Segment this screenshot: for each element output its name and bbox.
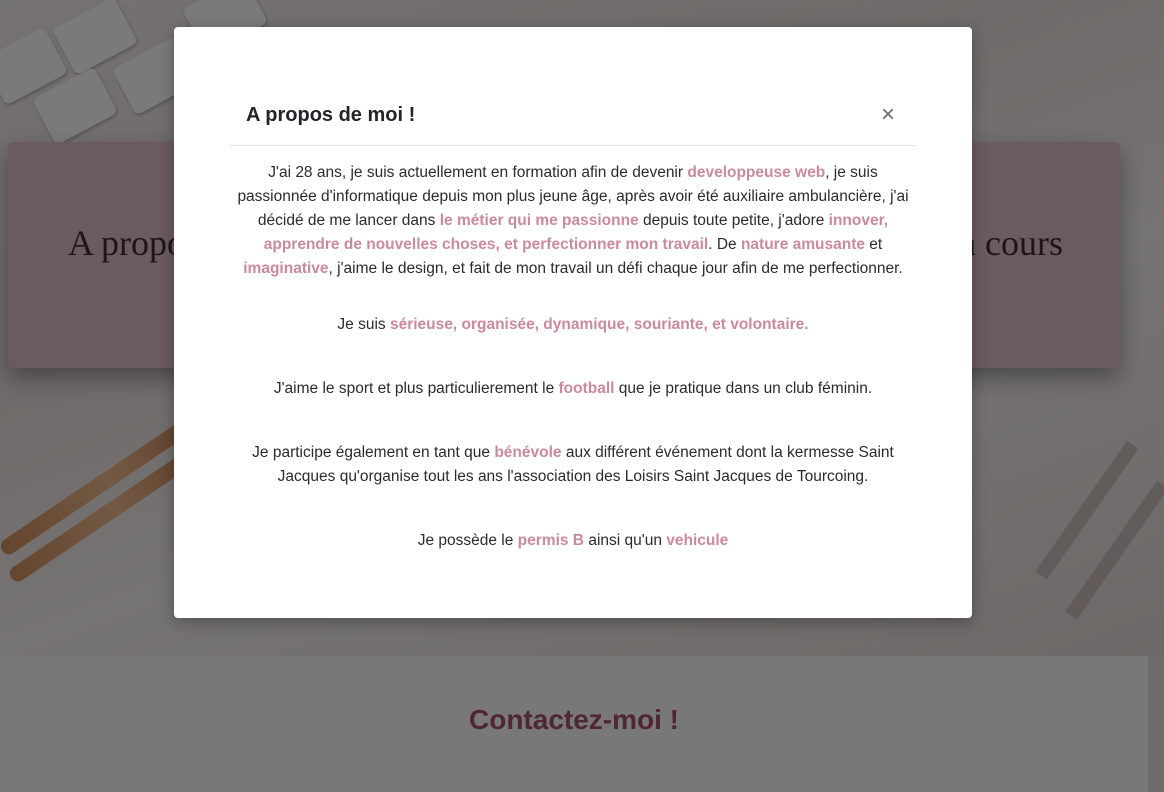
text-segment: depuis toute petite, j'adore	[638, 212, 829, 229]
paragraph-sport: J'aime le sport et plus particulierement…	[230, 377, 916, 401]
paragraph-volunteer: Je participe également en tant que bénév…	[230, 441, 916, 489]
text-segment: que je pratique dans un club féminin.	[614, 380, 873, 397]
highlight-text: bénévole	[494, 444, 562, 461]
highlight-text: permis B	[517, 532, 585, 549]
about-modal: A propos de moi ! × J'ai 28 ans, je suis…	[174, 27, 972, 618]
modal-title: A propos de moi !	[246, 104, 416, 126]
highlight-text: developpeuse web	[687, 164, 826, 181]
modal-header: A propos de moi ! ×	[230, 101, 916, 146]
paragraph-about: J'ai 28 ans, je suis actuellement en for…	[230, 161, 916, 281]
modal-body: J'ai 28 ans, je suis actuellement en for…	[230, 161, 916, 553]
text-segment: . De	[708, 236, 741, 253]
close-button[interactable]: ×	[876, 103, 900, 127]
highlight-text: football	[558, 380, 615, 397]
highlight-text: imaginative	[243, 260, 329, 277]
highlight-text: sérieuse, organisée, dynamique, souriant…	[389, 316, 809, 333]
highlight-text: vehicule	[666, 532, 729, 549]
close-icon: ×	[880, 101, 895, 128]
text-segment: Je suis	[337, 316, 390, 333]
text-segment: , j'aime le design, et fait de mon trava…	[328, 260, 903, 277]
paragraph-license: Je possède le permis B ainsi qu'un vehic…	[230, 529, 916, 553]
text-segment: J'ai 28 ans, je suis actuellement en for…	[268, 164, 688, 181]
text-segment: et	[865, 236, 883, 253]
text-segment: ainsi qu'un	[584, 532, 667, 549]
text-segment: Je participe également en tant que	[252, 444, 495, 461]
text-segment: J'aime le sport et plus particulierement…	[273, 380, 559, 397]
text-segment: Je possède le	[417, 532, 518, 549]
highlight-text: le métier qui me passionne	[439, 212, 639, 229]
highlight-text: nature amusante	[740, 236, 865, 253]
paragraph-qualities: Je suis sérieuse, organisée, dynamique, …	[230, 313, 916, 337]
